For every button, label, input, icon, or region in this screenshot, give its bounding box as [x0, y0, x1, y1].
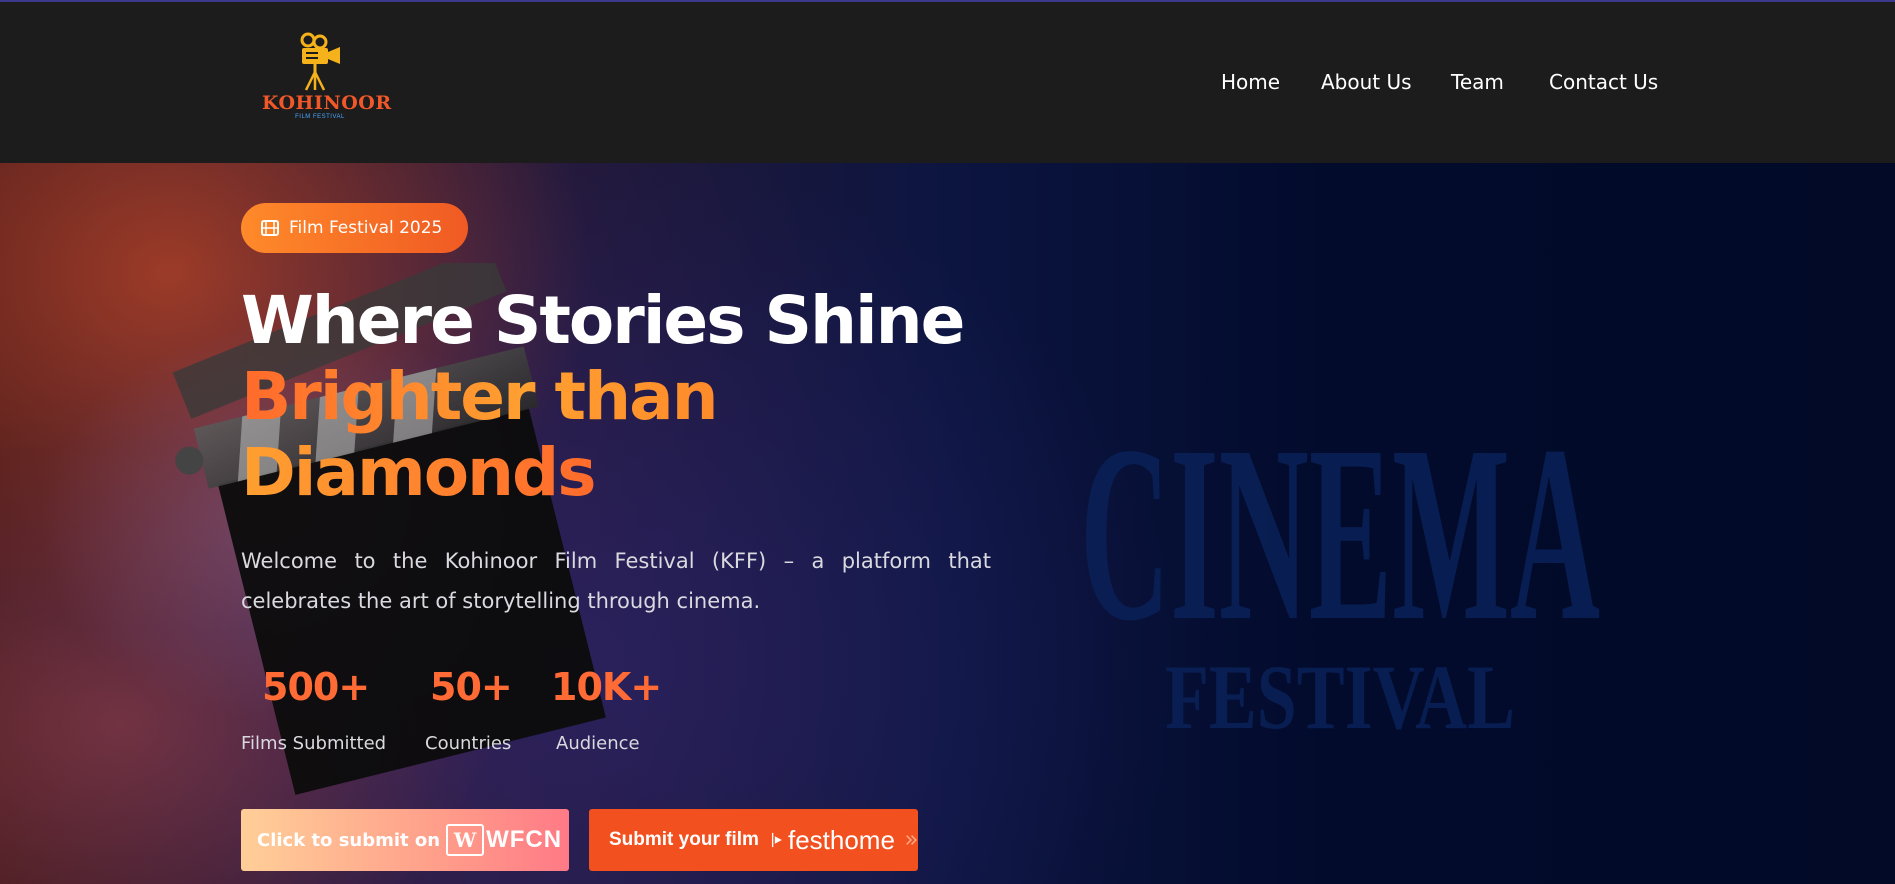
double-chevron-right-icon: [906, 835, 917, 845]
festhome-button-label: Submit your film: [609, 829, 759, 850]
nav-contact-us[interactable]: Contact Us: [1549, 70, 1658, 94]
film-icon: [261, 220, 279, 236]
main-nav: Home About Us Team Contact Us: [0, 70, 1895, 100]
stat-films-label: Films Submitted: [241, 733, 387, 754]
hero-title-line-3: Diamonds: [241, 434, 597, 511]
hero-title-line-2: Brighter than: [241, 358, 719, 435]
festhome-play-icon: [771, 832, 782, 848]
stat-countries-label: Countries: [425, 733, 512, 754]
svg-text:CINEMA: CINEMA: [1080, 408, 1600, 673]
wfcn-logo-icon: W: [446, 824, 485, 856]
stat-audience-label: Audience: [556, 733, 640, 754]
nav-team[interactable]: Team: [1451, 70, 1504, 94]
stat-films-value: 500+: [262, 665, 370, 709]
submit-festhome-button[interactable]: Submit your film festhome: [589, 809, 918, 871]
nav-about-us[interactable]: About Us: [1321, 70, 1412, 94]
stat-audience-value: 10K+: [551, 665, 662, 709]
hero-section: CINEMA FESTIVAL Film Festival 2025 Where…: [0, 163, 1895, 884]
logo-subtitle: FILM FESTIVAL: [295, 114, 345, 120]
hero-title-line-1: Where Stories Shine: [241, 282, 965, 359]
hero-description: Welcome to the Kohinoor Film Festival (K…: [241, 549, 991, 613]
site-header: KOHINOOR FILM FESTIVAL Home About Us Tea…: [0, 2, 1895, 163]
cinema-festival-art: CINEMA FESTIVAL: [1080, 408, 1600, 738]
svg-text:FESTIVAL: FESTIVAL: [1165, 646, 1515, 738]
wfcn-brand: WFCN: [486, 826, 563, 853]
festival-badge: Film Festival 2025: [241, 203, 468, 253]
badge-label: Film Festival 2025: [289, 218, 443, 238]
stat-countries-value: 50+: [430, 665, 513, 709]
wfcn-button-label: Click to submit on: [257, 829, 441, 851]
nav-home[interactable]: Home: [1221, 70, 1280, 94]
submit-wfcn-button[interactable]: Click to submit on W WFCN: [241, 809, 569, 871]
festhome-brand: festhome: [787, 824, 895, 855]
